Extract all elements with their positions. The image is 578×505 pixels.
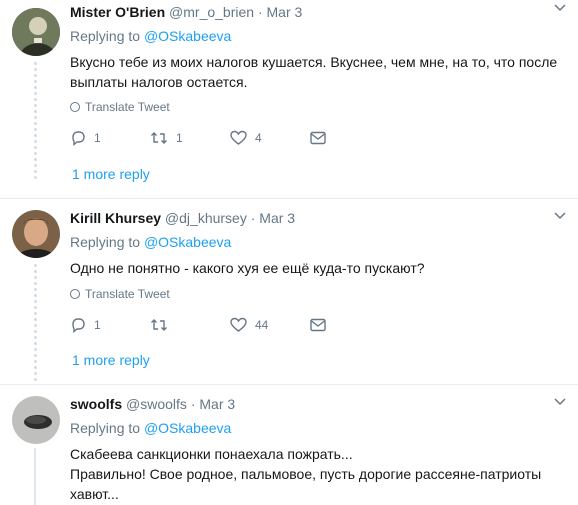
tweet-1[interactable]: Mister O'Brien @mr_o_brien · Mar 3 Reply… bbox=[0, 0, 578, 200]
like-count: 4 bbox=[255, 131, 262, 145]
mention-link[interactable]: @OSkabeeva bbox=[144, 28, 231, 44]
translate-label: Translate Tweet bbox=[85, 287, 170, 301]
tweet-actions: 1 44 bbox=[70, 317, 390, 333]
author-name[interactable]: swoolfs bbox=[70, 396, 122, 412]
avatar[interactable] bbox=[12, 8, 60, 56]
tweet-2[interactable]: Kirill Khursey @dj_khursey · Mar 3 Reply… bbox=[0, 200, 578, 386]
tweet-text-line: хавют... bbox=[70, 486, 119, 502]
tweet-time[interactable]: · Mar 3 bbox=[251, 210, 295, 226]
globe-icon bbox=[70, 102, 80, 112]
tweet-actions: 1 1 4 bbox=[70, 130, 390, 146]
more-replies-link[interactable]: 1 more reply bbox=[72, 166, 150, 182]
caret-down-icon[interactable] bbox=[554, 212, 566, 220]
translate-label: Translate Tweet bbox=[85, 100, 170, 114]
tweet-header: swoolfs @swoolfs · Mar 3 bbox=[70, 396, 235, 412]
divider bbox=[0, 384, 578, 385]
reply-count: 1 bbox=[94, 318, 101, 332]
reply-button[interactable]: 1 bbox=[70, 130, 150, 146]
thread-connector bbox=[34, 62, 37, 182]
more-replies-link[interactable]: 1 more reply bbox=[72, 352, 150, 368]
direct-message-icon bbox=[310, 131, 326, 145]
author-handle[interactable]: @mr_o_brien bbox=[169, 4, 254, 20]
tweet-text-line: Правильно! Свое родное, пальмовое, пусть… bbox=[70, 466, 542, 482]
thread-connector bbox=[34, 264, 37, 384]
direct-message-button[interactable] bbox=[310, 317, 390, 333]
heart-icon bbox=[230, 317, 247, 332]
replying-to: Replying to @OSkabeeva bbox=[70, 234, 231, 250]
avatar-portrait-icon bbox=[12, 396, 60, 444]
tweet-text-line: выплаты налогов остается. bbox=[70, 74, 248, 90]
tweet-time[interactable]: · Mar 3 bbox=[191, 396, 235, 412]
avatar-portrait-icon bbox=[12, 210, 60, 258]
avatar[interactable] bbox=[12, 210, 60, 258]
mention-link[interactable]: @OSkabeeva bbox=[144, 234, 231, 250]
retweet-icon bbox=[151, 319, 167, 331]
direct-message-button[interactable] bbox=[310, 130, 390, 146]
like-count: 44 bbox=[255, 318, 269, 332]
tweet-text: Скабеева санкционки понаехала пожрать...… bbox=[70, 444, 560, 504]
translate-link[interactable]: Translate Tweet bbox=[70, 287, 170, 301]
like-button[interactable]: 44 bbox=[230, 317, 310, 333]
retweet-icon bbox=[151, 132, 167, 144]
replying-to: Replying to @OSkabeeva bbox=[70, 420, 231, 436]
replying-label: Replying to bbox=[70, 234, 141, 250]
reply-icon bbox=[72, 318, 85, 333]
replying-label: Replying to bbox=[70, 420, 141, 436]
retweet-button[interactable] bbox=[150, 317, 230, 333]
globe-icon bbox=[70, 289, 80, 299]
reply-icon bbox=[72, 131, 85, 146]
author-handle[interactable]: @dj_khursey bbox=[165, 210, 247, 226]
tweet-text-line: Скабеева санкционки понаехала пожрать... bbox=[70, 446, 353, 462]
tweet-time[interactable]: · Mar 3 bbox=[258, 4, 302, 20]
replying-label: Replying to bbox=[70, 28, 141, 44]
caret-down-icon[interactable] bbox=[554, 398, 566, 406]
caret-down-icon[interactable] bbox=[554, 4, 566, 12]
direct-message-icon bbox=[310, 318, 326, 332]
like-button[interactable]: 4 bbox=[230, 130, 310, 146]
tweet-text: Вкусно тебе из моих налогов кушается. Вк… bbox=[70, 52, 560, 92]
translate-link[interactable]: Translate Tweet bbox=[70, 100, 170, 114]
retweet-button[interactable]: 1 bbox=[150, 130, 230, 146]
reply-count: 1 bbox=[94, 131, 101, 145]
reply-button[interactable]: 1 bbox=[70, 317, 150, 333]
retweet-count: 1 bbox=[176, 131, 183, 145]
author-name[interactable]: Kirill Khursey bbox=[70, 210, 161, 226]
thread-connector bbox=[34, 448, 36, 505]
replying-to: Replying to @OSkabeeva bbox=[70, 28, 231, 44]
heart-icon bbox=[230, 130, 247, 145]
tweet-header: Kirill Khursey @dj_khursey · Mar 3 bbox=[70, 210, 295, 226]
tweet-3[interactable]: swoolfs @swoolfs · Mar 3 Replying to @OS… bbox=[0, 386, 578, 505]
divider bbox=[0, 198, 578, 199]
tweet-text-line: Вкусно тебе из моих налогов кушается. Вк… bbox=[70, 54, 558, 70]
avatar-portrait-icon bbox=[12, 8, 60, 56]
tweet-text-line: Одно не понятно - какого хуя ее ещё куда… bbox=[70, 260, 425, 276]
tweet-header: Mister O'Brien @mr_o_brien · Mar 3 bbox=[70, 4, 302, 20]
tweet-text: Одно не понятно - какого хуя ее ещё куда… bbox=[70, 258, 560, 278]
author-handle[interactable]: @swoolfs bbox=[126, 396, 187, 412]
author-name[interactable]: Mister O'Brien bbox=[70, 4, 165, 20]
avatar[interactable] bbox=[12, 396, 60, 444]
mention-link[interactable]: @OSkabeeva bbox=[144, 420, 231, 436]
